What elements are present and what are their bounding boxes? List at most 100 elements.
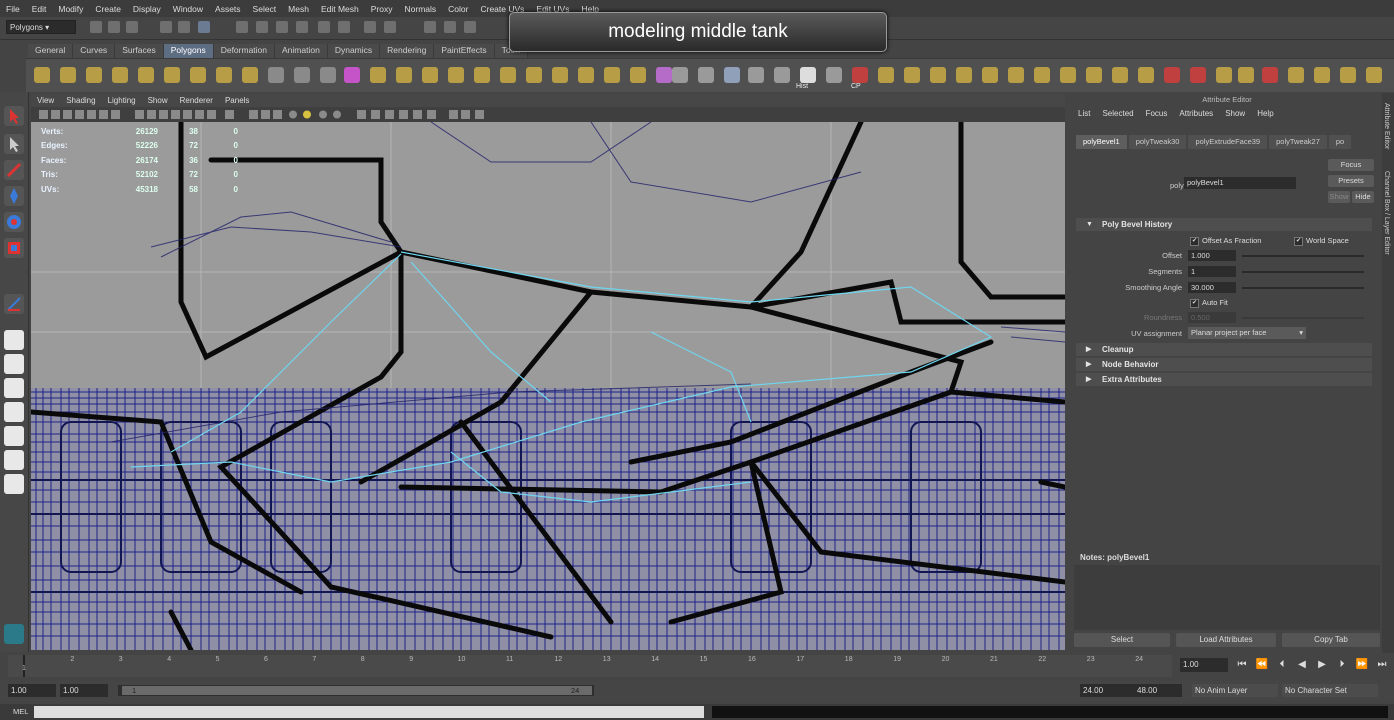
- reduce-icon[interactable]: [1366, 67, 1382, 83]
- menu-normals[interactable]: Normals: [399, 4, 443, 14]
- snap-view-icon[interactable]: [296, 21, 308, 33]
- menu-modify[interactable]: Modify: [52, 4, 89, 14]
- play-forwards-icon[interactable]: ▶: [1314, 659, 1330, 670]
- combine-icon[interactable]: [268, 67, 284, 83]
- snap-point-icon[interactable]: [276, 21, 288, 33]
- play-backwards-icon[interactable]: ◀: [1294, 659, 1310, 670]
- history-icon[interactable]: [318, 21, 330, 33]
- paint-select-tool-icon[interactable]: [4, 160, 24, 180]
- poly-cylinder-icon[interactable]: [86, 67, 102, 83]
- animation-start-field[interactable]: 1.00: [8, 684, 56, 697]
- spin-edge-icon[interactable]: [1340, 67, 1356, 83]
- segments-slider[interactable]: [1242, 271, 1364, 273]
- perspective-viewport[interactable]: Verts: 26129 38 0 Edges: 52226 72 0 Faces: 26174 3…: [31, 122, 1065, 650]
- world-space-checkbox[interactable]: ✔ World Space: [1294, 236, 1349, 246]
- focus-button[interactable]: Focus: [1328, 159, 1374, 171]
- menu-display[interactable]: Display: [127, 4, 167, 14]
- sew-uv-icon[interactable]: [748, 67, 764, 83]
- poly-prism-icon[interactable]: [190, 67, 206, 83]
- menu-edit-mesh[interactable]: Edit Mesh: [315, 4, 365, 14]
- uv-assignment-dropdown[interactable]: Planar project per face ▾: [1188, 327, 1306, 339]
- extrude-icon[interactable]: [448, 67, 464, 83]
- four-view-layout-icon[interactable]: [4, 354, 24, 374]
- menu-window[interactable]: Window: [167, 4, 209, 14]
- cp-icon[interactable]: [852, 67, 868, 83]
- playback-start-field[interactable]: 1.00: [60, 684, 108, 697]
- load-attributes-button[interactable]: Load Attributes: [1176, 633, 1276, 647]
- node-tab[interactable]: polyTweak27: [1269, 135, 1327, 149]
- append-polygon-icon[interactable]: [370, 67, 386, 83]
- viewport-menu-shading[interactable]: Shading: [60, 96, 101, 105]
- notes-textarea[interactable]: [1074, 565, 1380, 630]
- move-tool-icon[interactable]: [4, 186, 24, 206]
- harden-edge-icon[interactable]: [930, 67, 946, 83]
- reverse-normals-icon[interactable]: [956, 67, 972, 83]
- node-tab[interactable]: polyBevel1: [1076, 135, 1127, 149]
- merge-icon[interactable]: [526, 67, 542, 83]
- persp-outliner-layout-icon[interactable]: [4, 378, 24, 398]
- extra-attributes-section[interactable]: ▶ Extra Attributes: [1076, 373, 1372, 386]
- persp-uv-layout-icon[interactable]: [4, 474, 24, 494]
- shelf-tab-animation[interactable]: Animation: [275, 44, 328, 58]
- collapse-icon[interactable]: [1314, 67, 1330, 83]
- ae-menu-show[interactable]: Show: [1219, 109, 1251, 123]
- checker-map-icon[interactable]: [698, 67, 714, 83]
- playback-end-field[interactable]: 24.00: [1080, 684, 1134, 697]
- node-behavior-section[interactable]: ▶ Node Behavior: [1076, 358, 1372, 371]
- manipulator-tool-icon[interactable]: [4, 294, 24, 314]
- step-forward-frame-icon[interactable]: ⏵: [1334, 659, 1350, 670]
- smoothing-angle-field[interactable]: 30.000: [1188, 282, 1236, 293]
- uv-layout-icon[interactable]: [774, 67, 790, 83]
- viewport-menu-panels[interactable]: Panels: [219, 96, 255, 105]
- go-to-end-icon[interactable]: ⏭: [1374, 659, 1390, 670]
- select-object-icon[interactable]: [178, 21, 190, 33]
- poly-sphere-icon[interactable]: [34, 67, 50, 83]
- shelf-tab-surfaces[interactable]: Surfaces: [115, 44, 164, 58]
- bevel-icon[interactable]: [500, 67, 516, 83]
- crease-tool-icon[interactable]: [1164, 67, 1180, 83]
- character-set-dropdown[interactable]: No Character Set: [1282, 684, 1378, 697]
- node-tab[interactable]: po: [1328, 135, 1352, 149]
- menu-proxy[interactable]: Proxy: [365, 4, 399, 14]
- ae-menu-list[interactable]: List: [1072, 109, 1096, 123]
- ae-menu-focus[interactable]: Focus: [1140, 109, 1174, 123]
- render-icon[interactable]: [338, 21, 350, 33]
- menu-mesh[interactable]: Mesh: [282, 4, 315, 14]
- shelf-tab-curves[interactable]: Curves: [73, 44, 116, 58]
- poly-pyramid-icon[interactable]: [216, 67, 232, 83]
- sculpt-icon[interactable]: [656, 67, 672, 83]
- menu-color[interactable]: Color: [442, 4, 474, 14]
- copy-tab-button[interactable]: Copy Tab: [1282, 633, 1380, 647]
- quadrangulate-icon[interactable]: [1034, 67, 1050, 83]
- go-to-start-icon[interactable]: ⏮: [1234, 659, 1250, 670]
- select-button[interactable]: Select: [1074, 633, 1170, 647]
- render-settings-icon[interactable]: [384, 21, 396, 33]
- poly-cube-icon[interactable]: [60, 67, 76, 83]
- poly-soccer-ball-icon[interactable]: [242, 67, 258, 83]
- duplicate-face-icon[interactable]: [604, 67, 620, 83]
- show-button[interactable]: Show: [1328, 191, 1350, 203]
- menu-select[interactable]: Select: [247, 4, 283, 14]
- new-scene-icon[interactable]: [90, 21, 102, 33]
- menu-set-dropdown[interactable]: Polygons ▾: [6, 20, 76, 34]
- auto-fit-checkbox[interactable]: ✔ Auto Fit: [1190, 298, 1228, 308]
- node-tab[interactable]: polyExtrudeFace39: [1188, 135, 1268, 149]
- open-scene-icon[interactable]: [108, 21, 120, 33]
- range-slider-thumb[interactable]: 1 24: [122, 686, 592, 695]
- delete-history-icon[interactable]: [800, 67, 816, 83]
- poly-bevel-history-section[interactable]: ▼ Poly Bevel History: [1076, 218, 1372, 231]
- shelf-tab-deformation[interactable]: Deformation: [213, 44, 276, 58]
- ipr-render-icon[interactable]: [364, 21, 376, 33]
- insert-edge-loop-icon[interactable]: [422, 67, 438, 83]
- viewport-menu-show[interactable]: Show: [142, 96, 174, 105]
- single-perspective-layout-icon[interactable]: [4, 330, 24, 350]
- command-input[interactable]: [34, 706, 704, 718]
- triangulate-icon[interactable]: [1008, 67, 1024, 83]
- menu-create[interactable]: Create: [89, 4, 127, 14]
- menu-edit[interactable]: Edit: [26, 4, 53, 14]
- select-hierarchy-icon[interactable]: [160, 21, 172, 33]
- select-tool-icon[interactable]: [4, 106, 24, 126]
- fill-hole-icon[interactable]: [1060, 67, 1076, 83]
- offset-slider[interactable]: [1242, 255, 1364, 257]
- normals-icon[interactable]: [878, 67, 894, 83]
